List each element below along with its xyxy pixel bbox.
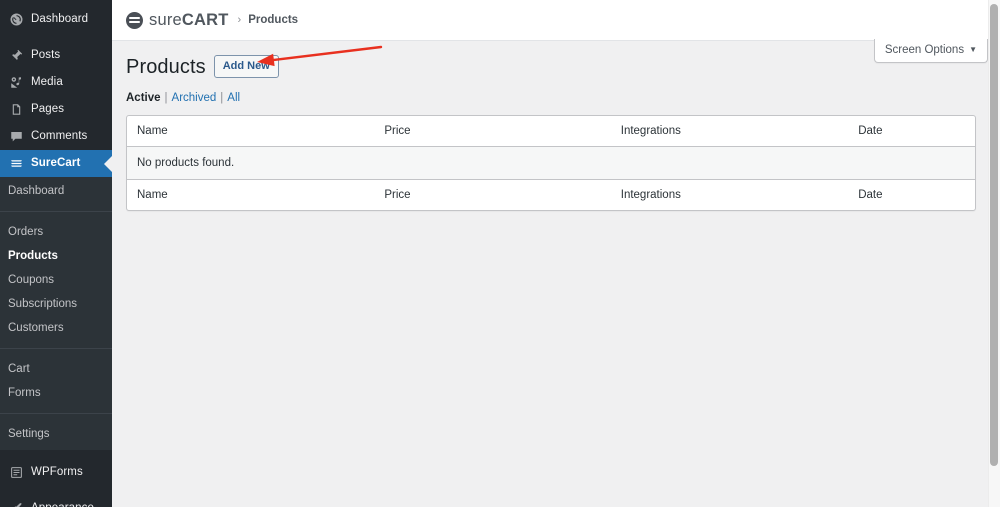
surecart-logo-icon: [126, 12, 143, 29]
sidebar-item-label: Pages: [31, 104, 64, 116]
dashboard-icon: [8, 11, 25, 28]
pin-icon: [8, 47, 25, 64]
submenu-item-orders[interactable]: Orders: [0, 220, 112, 244]
column-header-date[interactable]: Date: [848, 116, 975, 147]
page-title: Products: [126, 54, 206, 80]
table-header-row: Name Price Integrations Date: [127, 116, 975, 147]
surecart-topbar: sureCART › Products: [112, 0, 1000, 41]
column-header-price[interactable]: Price: [374, 116, 610, 147]
submenu-item-forms[interactable]: Forms: [0, 381, 112, 405]
table-empty-row: No products found.: [127, 147, 975, 179]
media-icon: [8, 74, 25, 91]
surecart-icon: [8, 155, 25, 172]
sidebar-gap: [0, 33, 112, 42]
sidebar-item-dashboard[interactable]: Dashboard: [0, 6, 112, 33]
submenu-separator: [0, 348, 112, 349]
submenu-item-products[interactable]: Products: [0, 244, 112, 268]
surecart-submenu: Dashboard Orders Products Coupons Subscr…: [0, 177, 112, 450]
pages-icon: [8, 101, 25, 118]
column-footer-price[interactable]: Price: [374, 179, 610, 210]
paintbrush-icon: [8, 500, 25, 507]
sidebar-gap: [0, 450, 112, 459]
submenu-group: Dashboard: [0, 177, 112, 205]
scrollbar-thumb[interactable]: [990, 4, 998, 466]
vertical-scrollbar[interactable]: [988, 0, 1000, 507]
sidebar-item-comments[interactable]: Comments: [0, 123, 112, 150]
table-foot: Name Price Integrations Date: [127, 179, 975, 210]
submenu-item-cart[interactable]: Cart: [0, 357, 112, 381]
submenu-item-settings[interactable]: Settings: [0, 422, 112, 446]
wpforms-icon: [8, 464, 25, 481]
submenu-item-coupons[interactable]: Coupons: [0, 268, 112, 292]
column-footer-date[interactable]: Date: [848, 179, 975, 210]
filter-separator: |: [165, 92, 168, 104]
wordmark-light: sure: [149, 11, 182, 29]
submenu-group: Settings: [0, 420, 112, 448]
table-footer-row: Name Price Integrations Date: [127, 179, 975, 210]
sidebar-item-label: SureCart: [31, 158, 80, 170]
wordpress-admin-screen: Dashboard Posts Media Pages Commen: [0, 0, 1000, 507]
sidebar-item-label: Dashboard: [31, 14, 88, 26]
page-content: Products Add New Active|Archived|All Nam…: [112, 41, 1000, 211]
column-footer-integrations[interactable]: Integrations: [611, 179, 848, 210]
breadcrumb-separator-icon: ›: [238, 14, 242, 26]
sidebar-item-surecart[interactable]: SureCart: [0, 150, 112, 177]
submenu-separator: [0, 413, 112, 414]
breadcrumb-current: Products: [248, 14, 298, 26]
submenu-group: Cart Forms: [0, 355, 112, 407]
filter-link-active[interactable]: Active: [126, 92, 161, 104]
current-menu-arrow: [104, 156, 112, 172]
title-row: Products Add New: [126, 41, 988, 77]
filter-link-archived[interactable]: Archived: [172, 92, 217, 104]
sidebar-gap: [0, 486, 112, 495]
column-footer-name[interactable]: Name: [127, 179, 374, 210]
sidebar-item-label: WPForms: [31, 467, 83, 479]
sidebar-item-label: Appearance: [31, 503, 94, 507]
sidebar-item-wpforms[interactable]: WPForms: [0, 459, 112, 486]
sidebar-item-label: Posts: [31, 50, 60, 62]
sidebar-item-label: Comments: [31, 131, 87, 143]
add-new-button[interactable]: Add New: [214, 55, 279, 78]
submenu-separator: [0, 211, 112, 212]
sidebar-item-posts[interactable]: Posts: [0, 42, 112, 69]
column-header-name[interactable]: Name: [127, 116, 374, 147]
column-header-integrations[interactable]: Integrations: [611, 116, 848, 147]
filter-link-all[interactable]: All: [227, 92, 240, 104]
submenu-item-subscriptions[interactable]: Subscriptions: [0, 292, 112, 316]
admin-sidebar: Dashboard Posts Media Pages Commen: [0, 0, 112, 507]
sidebar-item-media[interactable]: Media: [0, 69, 112, 96]
table-body: No products found.: [127, 147, 975, 179]
wordmark-bold: CART: [182, 11, 229, 29]
status-filter-links: Active|Archived|All: [126, 91, 988, 105]
submenu-item-dashboard[interactable]: Dashboard: [0, 179, 112, 203]
products-table: Name Price Integrations Date No products…: [126, 115, 976, 211]
comments-icon: [8, 128, 25, 145]
surecart-wordmark: sureCART: [149, 11, 229, 30]
sidebar-item-label: Media: [31, 77, 63, 89]
submenu-group: Orders Products Coupons Subscriptions Cu…: [0, 218, 112, 342]
table-head: Name Price Integrations Date: [127, 116, 975, 147]
sidebar-item-appearance[interactable]: Appearance: [0, 495, 112, 507]
submenu-item-customers[interactable]: Customers: [0, 316, 112, 340]
admin-main-region: sureCART › Products Screen Options▼ Prod…: [112, 0, 1000, 507]
filter-separator: |: [220, 92, 223, 104]
no-products-message: No products found.: [127, 147, 975, 179]
sidebar-item-pages[interactable]: Pages: [0, 96, 112, 123]
